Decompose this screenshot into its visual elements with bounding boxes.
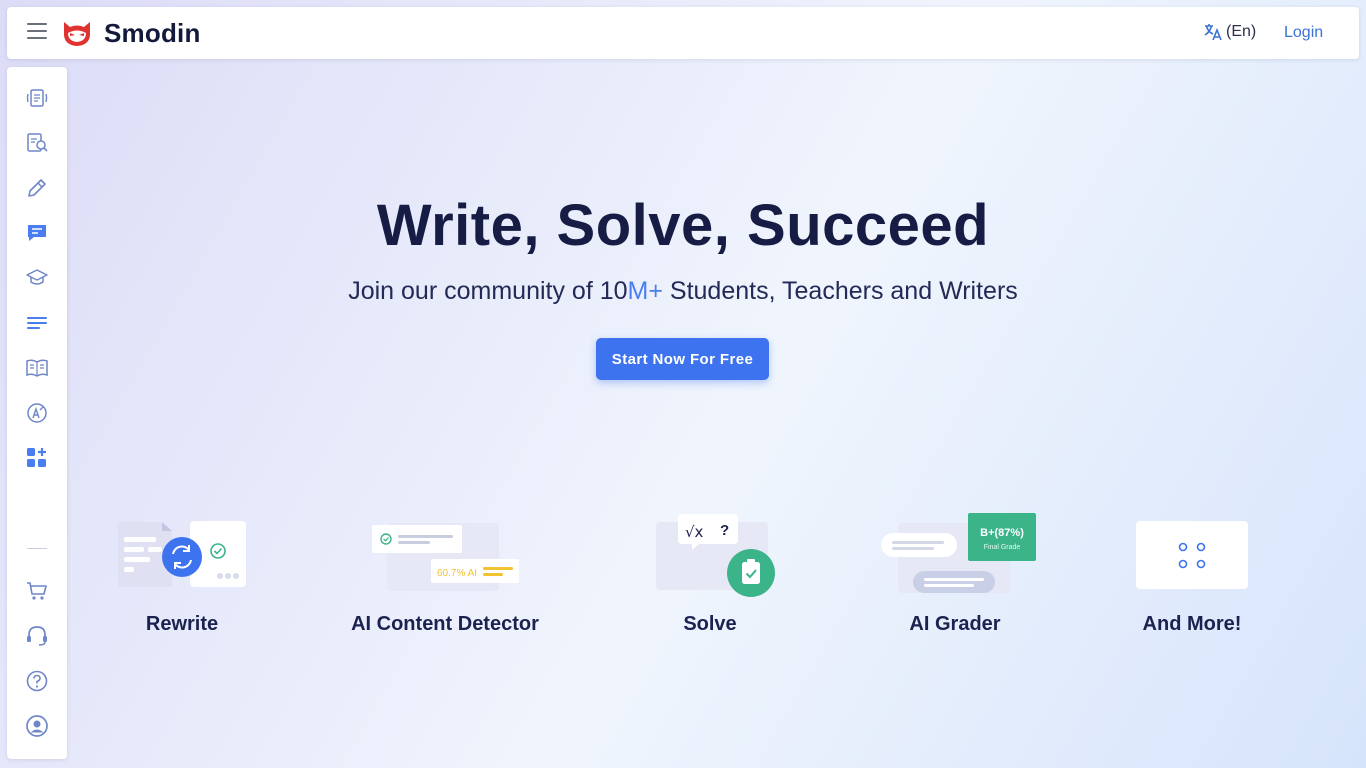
brand-name[interactable]: Smodin: [104, 18, 201, 49]
hero-subtitle-highlight: M+: [627, 277, 663, 305]
hero-subtitle: Join our community of 10M+ Students, Tea…: [0, 277, 1366, 306]
rewrite-doc-icon[interactable]: [25, 86, 49, 110]
more-apps-icon: [1136, 521, 1248, 589]
hero-subtitle-start: Join our community of 10: [348, 277, 628, 305]
user-account-icon[interactable]: [25, 714, 49, 738]
feature-ai-grader-label: AI Grader: [909, 613, 1001, 635]
sidebar: [7, 67, 67, 759]
feature-and-more-label: And More!: [1142, 613, 1242, 635]
solve-illustration-icon: √x ?: [656, 514, 775, 597]
sidebar-divider: [27, 548, 47, 549]
ai-detector-illustration-icon: 60.7% AI: [372, 523, 519, 591]
headset-icon[interactable]: [25, 624, 49, 648]
ai-grader-illustration-icon: B+(87%) Final Grade: [881, 513, 1036, 593]
translate-icon: [1204, 24, 1222, 41]
book-icon[interactable]: [25, 356, 49, 380]
text-lines-icon[interactable]: [25, 311, 49, 335]
help-icon[interactable]: [25, 669, 49, 693]
cart-icon[interactable]: [25, 579, 49, 603]
hero-title: Write, Solve, Succeed: [376, 193, 990, 258]
feature-solve-label: Solve: [683, 613, 737, 635]
question-mark-text: ?: [720, 522, 729, 539]
feature-rewrite-label: Rewrite: [145, 613, 219, 635]
ai-score-badge: 60.7% AI: [437, 568, 477, 579]
search-doc-icon[interactable]: [25, 131, 49, 155]
hero-subtitle-end: Students, Teachers and Writers: [662, 277, 1018, 305]
top-navbar: Smodin (En) Login: [7, 7, 1359, 59]
language-label: (En): [1226, 23, 1257, 40]
language-selector[interactable]: (En): [1203, 22, 1256, 42]
grammar-icon[interactable]: [25, 401, 49, 425]
smodin-logo-icon[interactable]: [61, 18, 93, 48]
math-sqrt-text: √x: [685, 523, 704, 541]
grade-text: B+(87%): [980, 527, 1024, 539]
grade-caption: Final Grade: [984, 544, 1021, 551]
feature-ai-detector-label: AI Content Detector: [351, 613, 539, 635]
start-now-button[interactable]: Start Now For Free: [596, 338, 769, 380]
rewrite-illustration-icon: [118, 521, 246, 587]
add-apps-icon[interactable]: [25, 446, 49, 470]
login-link[interactable]: Login: [1284, 24, 1323, 42]
hamburger-menu-icon[interactable]: [27, 23, 47, 43]
